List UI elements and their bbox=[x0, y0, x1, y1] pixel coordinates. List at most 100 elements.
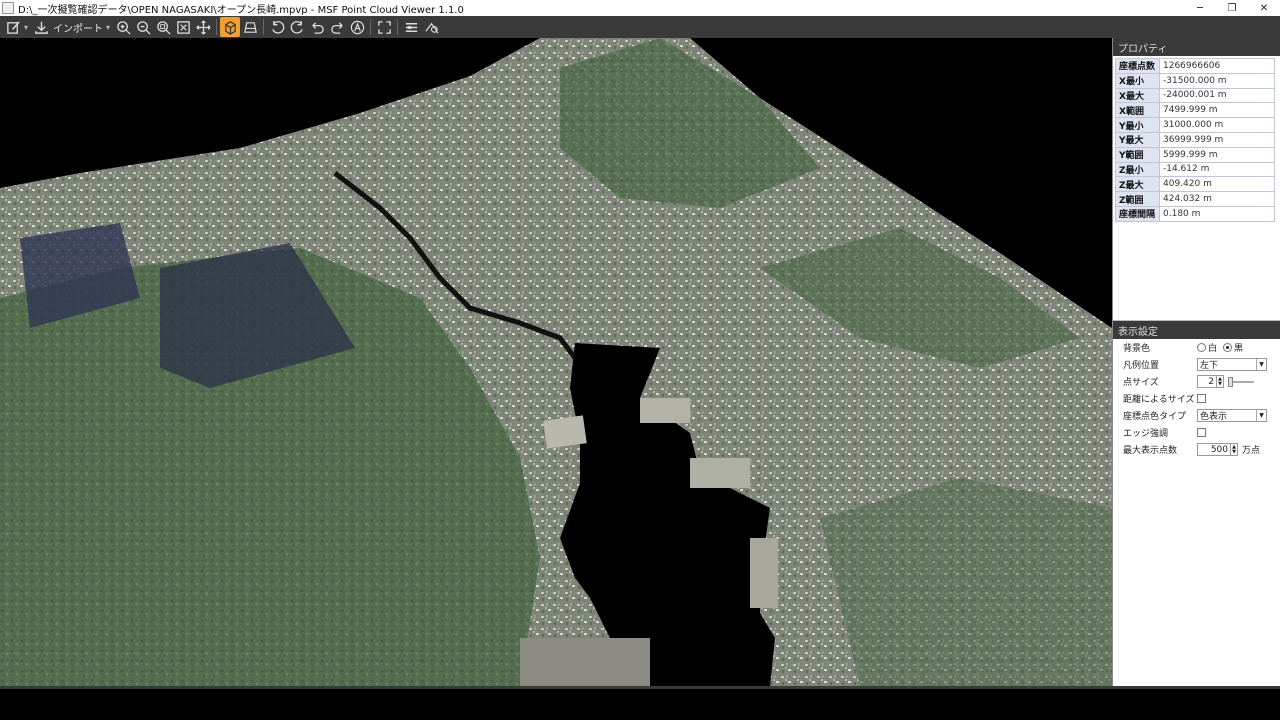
size-by-distance-row: 距離によるサイズ bbox=[1113, 390, 1280, 407]
window-controls: ─ ❐ ✕ bbox=[1184, 0, 1280, 16]
size-by-distance-checkbox[interactable] bbox=[1197, 394, 1206, 403]
max-points-unit: 万点 bbox=[1242, 446, 1261, 456]
properties-header: プロパティ bbox=[1113, 38, 1280, 56]
property-key: Y最大 bbox=[1115, 131, 1160, 148]
zoom-window-icon[interactable] bbox=[153, 17, 173, 37]
minimize-button[interactable]: ─ bbox=[1184, 0, 1216, 16]
perspective-view-icon[interactable] bbox=[220, 17, 241, 37]
property-value: 7499.999 m bbox=[1159, 102, 1275, 119]
property-value: -24000.001 m bbox=[1159, 87, 1275, 104]
properties-section: 座標点数 1266966606 X最小 -31500.000 m X最大 -24000.0… bbox=[1113, 58, 1280, 320]
max-points-input[interactable]: 500 bbox=[1197, 443, 1231, 456]
orthographic-view-icon[interactable] bbox=[240, 17, 260, 37]
max-points-label: 最大表示点数 bbox=[1123, 446, 1178, 456]
window-title: D:\_一次擬覧確認データ\OPEN NAGASAKI\オープン長崎.mpvp … bbox=[18, 4, 464, 16]
properties-table: 座標点数 1266966606 X最小 -31500.000 m X最大 -24000.0… bbox=[1115, 58, 1275, 222]
property-value: -31500.000 m bbox=[1159, 72, 1275, 89]
background-color-label: 背景色 bbox=[1123, 344, 1151, 354]
point-color-type-select[interactable]: 色表示 ▼ bbox=[1197, 409, 1267, 422]
max-points-row: 最大表示点数 500 ▲ ▼ 万点 bbox=[1113, 441, 1280, 458]
edit-icon[interactable] bbox=[3, 17, 23, 37]
undo-icon[interactable] bbox=[307, 17, 327, 37]
property-value: 409.420 m bbox=[1159, 176, 1275, 193]
annotation-icon[interactable] bbox=[347, 17, 367, 37]
property-row: X最小 -31500.000 m bbox=[1115, 72, 1275, 89]
legend-position-select[interactable]: 左下 ▼ bbox=[1197, 358, 1267, 371]
point-size-input[interactable]: 2 bbox=[1197, 375, 1217, 388]
property-value: 36999.999 m bbox=[1159, 131, 1275, 148]
fit-view-icon[interactable] bbox=[173, 17, 193, 37]
point-cloud-viewport[interactable] bbox=[0, 38, 1112, 686]
property-row: Y最大 36999.999 m bbox=[1115, 131, 1275, 148]
point-color-type-value: 色表示 bbox=[1200, 412, 1228, 422]
property-value: 1266966606 bbox=[1159, 58, 1275, 74]
size-by-distance-label: 距離によるサイズ bbox=[1123, 395, 1195, 405]
property-row: Z最小 -14.612 m bbox=[1115, 161, 1275, 178]
background-color-row: 背景色 白 黒 bbox=[1113, 339, 1280, 356]
toolbar-separator bbox=[370, 19, 372, 35]
property-key: 座標間隔 bbox=[1115, 205, 1160, 222]
edge-enhance-checkbox[interactable] bbox=[1197, 428, 1206, 437]
slider-thumb[interactable] bbox=[1228, 376, 1233, 387]
side-panel: プロパティ 座標点数 1266966606 X最小 -31500.000 m X最大 -2… bbox=[1112, 38, 1280, 686]
point-size-slider[interactable] bbox=[1228, 376, 1254, 387]
property-row: X最大 -24000.001 m bbox=[1115, 87, 1275, 104]
point-color-type-label: 座標点色タイプ bbox=[1123, 412, 1187, 422]
display-settings-section: 表示設定 背景色 白 黒 凡例位置 左下 ▼ 点サイズ 2 ▲ ▼ 距離によるサ… bbox=[1113, 320, 1280, 458]
property-row: Y範囲 5999.999 m bbox=[1115, 146, 1275, 163]
background-white-radio[interactable] bbox=[1197, 343, 1206, 352]
import-dropdown-icon[interactable]: ▾ bbox=[106, 23, 110, 32]
property-key: Z範囲 bbox=[1115, 191, 1160, 207]
rotate-left-icon[interactable] bbox=[267, 17, 287, 37]
status-bar bbox=[0, 686, 1280, 720]
toolbar-separator bbox=[397, 19, 399, 35]
property-key: Z最小 bbox=[1115, 161, 1160, 178]
import-icon[interactable] bbox=[31, 17, 51, 37]
background-white-label[interactable]: 白 bbox=[1208, 341, 1217, 354]
property-row: 座標点数 1266966606 bbox=[1115, 58, 1275, 74]
point-size-spinner[interactable]: ▲ ▼ bbox=[1217, 375, 1224, 388]
property-key: X最大 bbox=[1115, 87, 1160, 104]
zoom-in-icon[interactable] bbox=[113, 17, 133, 37]
property-value: 5999.999 m bbox=[1159, 146, 1275, 163]
property-value: 0.180 m bbox=[1159, 205, 1275, 222]
rotate-right-icon[interactable] bbox=[287, 17, 307, 37]
edit-dropdown-icon[interactable]: ▾ bbox=[24, 23, 28, 32]
property-value: 424.032 m bbox=[1159, 191, 1275, 207]
toolbar-separator bbox=[263, 19, 265, 35]
display-settings-header: 表示設定 bbox=[1113, 321, 1280, 339]
background-black-radio[interactable] bbox=[1223, 343, 1233, 352]
app-icon bbox=[2, 2, 14, 14]
property-key: Y範囲 bbox=[1115, 146, 1160, 163]
zoom-out-icon[interactable] bbox=[133, 17, 153, 37]
import-button[interactable]: インポート bbox=[53, 20, 103, 35]
chevron-down-icon[interactable]: ▼ bbox=[1256, 410, 1266, 421]
fullscreen-icon[interactable] bbox=[374, 17, 394, 37]
redo-icon[interactable] bbox=[327, 17, 347, 37]
property-row: X範囲 7499.999 m bbox=[1115, 102, 1275, 119]
property-key: 座標点数 bbox=[1115, 58, 1160, 74]
legend-position-label: 凡例位置 bbox=[1123, 361, 1160, 371]
property-value: -14.612 m bbox=[1159, 161, 1275, 178]
property-key: Y最小 bbox=[1115, 117, 1160, 133]
legend-position-row: 凡例位置 左下 ▼ bbox=[1113, 356, 1280, 373]
legend-position-value: 左下 bbox=[1200, 361, 1219, 371]
pan-icon[interactable] bbox=[193, 17, 213, 37]
chevron-down-icon[interactable]: ▼ bbox=[1256, 359, 1266, 370]
max-points-spinner[interactable]: ▲ ▼ bbox=[1231, 443, 1238, 456]
point-color-type-row: 座標点色タイプ 色表示 ▼ bbox=[1113, 407, 1280, 424]
property-row: Z最大 409.420 m bbox=[1115, 176, 1275, 193]
property-row: 座標間隔 0.180 m bbox=[1115, 205, 1275, 222]
close-button[interactable]: ✕ bbox=[1248, 0, 1280, 16]
property-row: Y最小 31000.000 m bbox=[1115, 117, 1275, 133]
point-size-label: 点サイズ bbox=[1123, 378, 1159, 388]
measure-icon[interactable] bbox=[421, 17, 441, 37]
layers-icon[interactable] bbox=[401, 17, 421, 37]
toolbar-separator bbox=[216, 19, 218, 35]
property-key: X最小 bbox=[1115, 72, 1160, 89]
property-row: Z範囲 424.032 m bbox=[1115, 191, 1275, 207]
property-key: X範囲 bbox=[1115, 102, 1160, 119]
maximize-button[interactable]: ❐ bbox=[1216, 0, 1248, 16]
property-key: Z最大 bbox=[1115, 176, 1160, 193]
background-black-label[interactable]: 黒 bbox=[1234, 341, 1243, 354]
